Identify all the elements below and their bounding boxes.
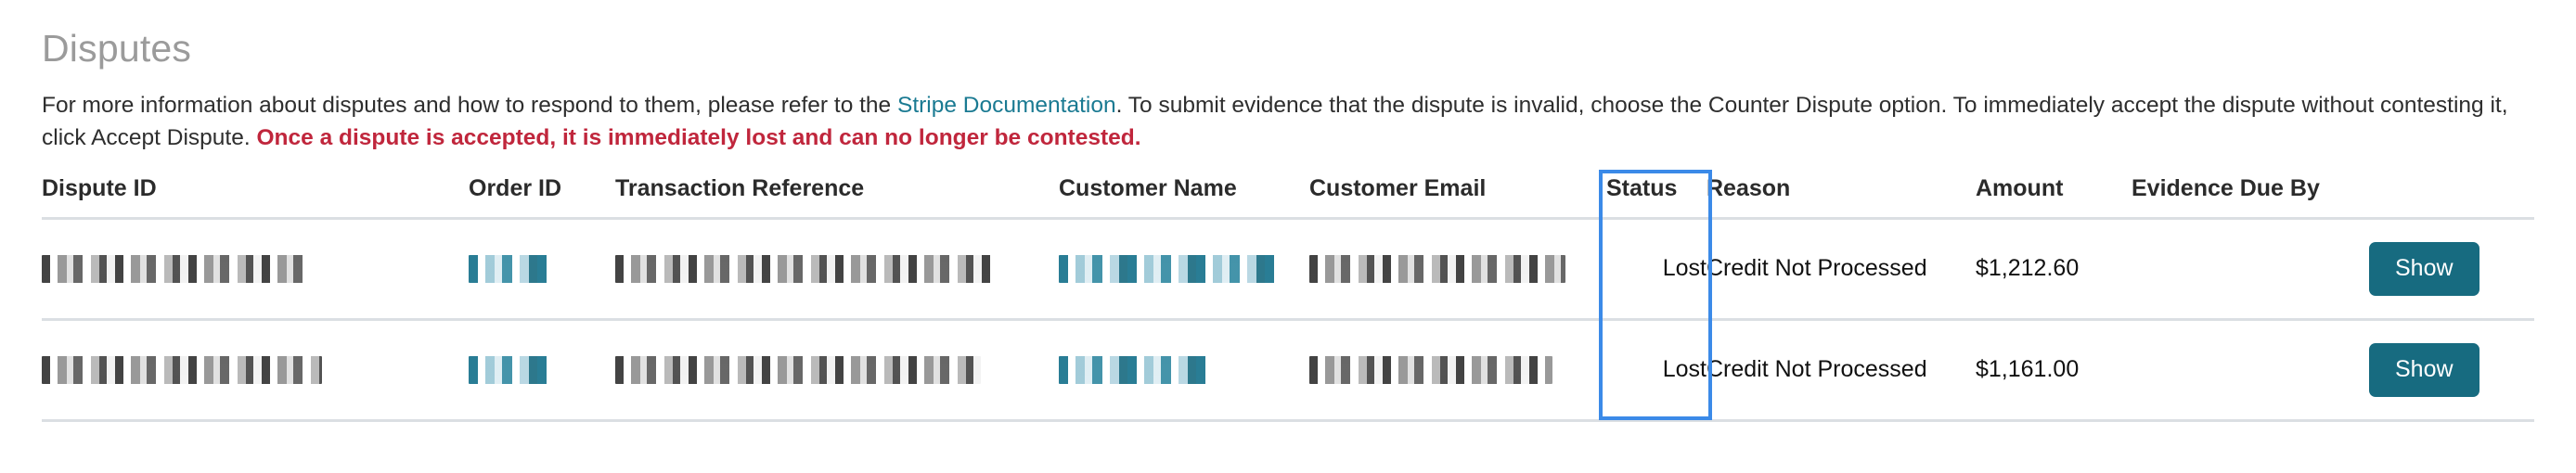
redacted-order-id — [469, 255, 548, 283]
cell-transaction-reference — [615, 218, 1059, 319]
cell-customer-email — [1309, 319, 1606, 420]
intro-text-part1: For more information about disputes and … — [42, 93, 897, 118]
column-header-transaction-reference[interactable]: Transaction Reference — [615, 175, 1059, 219]
column-header-order-id[interactable]: Order ID — [469, 175, 615, 219]
cell-transaction-reference — [615, 319, 1059, 420]
cell-status: Lost — [1606, 319, 1707, 420]
cell-dispute-id — [42, 218, 469, 319]
cell-amount: $1,161.00 — [1976, 319, 2132, 420]
header-row: Dispute ID Order ID Transaction Referenc… — [42, 175, 2534, 219]
cell-order-id — [469, 319, 615, 420]
intro-warning-text: Once a dispute is accepted, it is immedi… — [256, 125, 1140, 150]
table-body: Lost Credit Not Processed $1,212.60 Show — [42, 218, 2534, 420]
intro-paragraph: For more information about disputes and … — [42, 70, 2534, 155]
cell-evidence-due-by: Show — [2132, 218, 2534, 319]
cell-order-id — [469, 218, 615, 319]
cell-customer-email — [1309, 218, 1606, 319]
redacted-customer-email — [1309, 356, 1552, 384]
redacted-customer-email — [1309, 255, 1565, 283]
stripe-documentation-link[interactable]: Stripe Documentation — [897, 93, 1116, 118]
redacted-customer-name — [1059, 356, 1207, 384]
column-header-evidence-due-by[interactable]: Evidence Due By — [2132, 175, 2534, 219]
disputes-page: Disputes For more information about disp… — [0, 0, 2576, 473]
show-button[interactable]: Show — [2369, 242, 2479, 296]
redacted-customer-name — [1059, 255, 1280, 283]
column-header-customer-name[interactable]: Customer Name — [1059, 175, 1309, 219]
disputes-table-wrapper: Dispute ID Order ID Transaction Referenc… — [42, 175, 2534, 422]
cell-evidence-due-by: Show — [2132, 319, 2534, 420]
column-header-customer-email[interactable]: Customer Email — [1309, 175, 1606, 219]
cell-status: Lost — [1606, 218, 1707, 319]
page-title: Disputes — [42, 0, 2534, 70]
table-header: Dispute ID Order ID Transaction Referenc… — [42, 175, 2534, 219]
redacted-transaction-reference — [615, 255, 998, 283]
cell-amount: $1,212.60 — [1976, 218, 2132, 319]
column-header-amount[interactable]: Amount — [1976, 175, 2132, 219]
redacted-dispute-id — [42, 356, 322, 384]
disputes-table: Dispute ID Order ID Transaction Referenc… — [42, 175, 2534, 422]
redacted-dispute-id — [42, 255, 311, 283]
cell-reason: Credit Not Processed — [1707, 319, 1976, 420]
cell-customer-name — [1059, 218, 1309, 319]
column-header-status[interactable]: Status — [1606, 175, 1707, 219]
column-header-reason[interactable]: Reason — [1707, 175, 1976, 219]
table-row[interactable]: Lost Credit Not Processed $1,161.00 Show — [42, 319, 2534, 420]
redacted-order-id — [469, 356, 554, 384]
show-button[interactable]: Show — [2369, 343, 2479, 397]
cell-reason: Credit Not Processed — [1707, 218, 1976, 319]
cell-customer-name — [1059, 319, 1309, 420]
redacted-transaction-reference — [615, 356, 981, 384]
column-header-dispute-id[interactable]: Dispute ID — [42, 175, 469, 219]
cell-dispute-id — [42, 319, 469, 420]
table-row[interactable]: Lost Credit Not Processed $1,212.60 Show — [42, 218, 2534, 319]
